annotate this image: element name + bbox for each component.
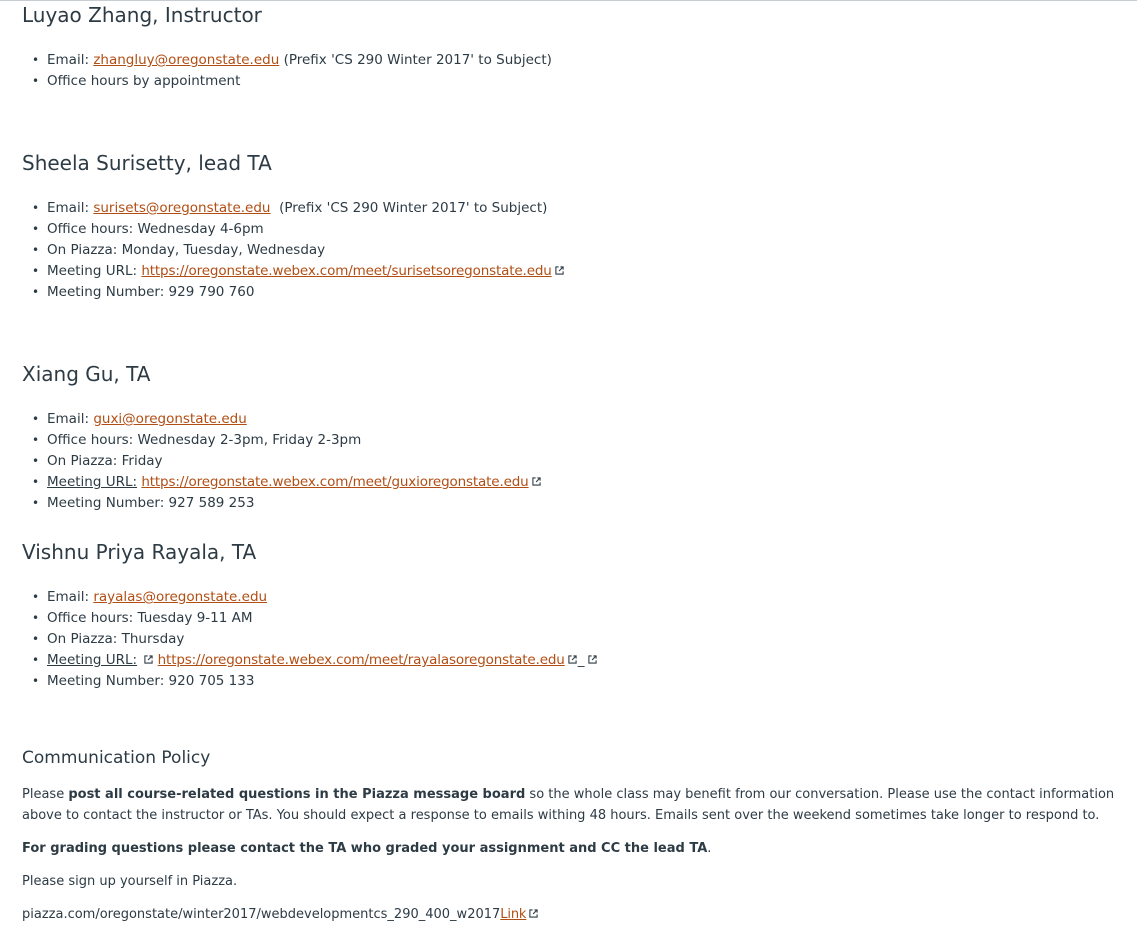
piazza-link-line: piazza.com/oregonstate/winter2017/webdev… (22, 904, 1117, 925)
piazza-url-text: piazza.com/oregonstate/winter2017/webdev… (22, 907, 501, 922)
list-item: Email: guxi@oregonstate.edu (22, 409, 541, 430)
lead-ta-info-list: Email: surisets@oregonstate.edu (Prefix … (22, 198, 564, 303)
ta-xiang-heading: Xiang Gu, TA (22, 362, 151, 386)
piazza-signup-note: Please sign up yourself in Piazza. (22, 874, 238, 889)
instructor-email-link[interactable]: zhangluy@oregonstate.edu (93, 52, 279, 68)
instructor-heading: Luyao Zhang, Instructor (22, 3, 262, 27)
grading-note: For grading questions please contact the… (22, 841, 712, 856)
ta-xiang-meeting-url-link[interactable]: https://oregonstate.webex.com/meet/guxio… (141, 474, 528, 490)
email-label: Email: (47, 52, 90, 68)
list-item: Office hours: Tuesday 9-11 AM (22, 608, 597, 629)
ta-vishnu-info-list: Email: rayalas@oregonstate.edu Office ho… (22, 587, 598, 692)
ta-xiang-info-list: Email: guxi@oregonstate.edu Office hours… (22, 409, 541, 514)
external-link-icon[interactable] (555, 266, 564, 275)
external-link-icon[interactable] (529, 909, 538, 918)
list-item: Email: rayalas@oregonstate.edu (22, 587, 597, 608)
ta-vishnu-email-link[interactable]: rayalas@oregonstate.edu (93, 589, 267, 605)
list-item: Office hours: Wednesday 4-6pm (22, 219, 564, 240)
policy-emphasis: post all course-related questions in the… (68, 787, 526, 802)
email-note: (Prefix 'CS 290 Winter 2017' to Subject) (283, 52, 552, 68)
list-item: Meeting URL: https://oregonstate.webex.c… (22, 650, 598, 671)
list-item: On Piazza: Monday, Tuesday, Wednesday (22, 240, 564, 261)
lead-ta-heading: Sheela Surisetty, lead TA (22, 151, 272, 175)
list-item: Office hours: Wednesday 2-3pm, Friday 2-… (22, 430, 541, 451)
email-label: Email: (47, 589, 90, 605)
separator: _ (577, 652, 585, 668)
ta-vishnu-heading: Vishnu Priya Rayala, TA (22, 540, 257, 564)
piazza-link[interactable]: Link (500, 907, 526, 922)
list-item: Email: zhangluy@oregonstate.edu (Prefix … (22, 50, 552, 71)
external-link-icon[interactable] (568, 655, 577, 664)
external-link-icon[interactable] (144, 655, 153, 664)
external-link-icon[interactable] (588, 655, 598, 664)
list-item: Email: surisets@oregonstate.edu (Prefix … (22, 198, 564, 219)
list-item: On Piazza: Thursday (22, 629, 597, 650)
email-label: Email: (47, 411, 90, 427)
instructor-info-list: Email: zhangluy@oregonstate.edu (Prefix … (22, 50, 552, 92)
list-item: Meeting URL: https://oregonstate.webex.c… (22, 472, 541, 493)
list-item: Meeting Number: 920 705 133 (22, 671, 597, 692)
external-link-icon[interactable] (531, 477, 541, 486)
communication-policy-heading: Communication Policy (22, 748, 211, 768)
list-item: Office hours by appointment (22, 71, 552, 92)
meeting-url-label: Meeting URL: (47, 474, 138, 490)
top-divider (0, 0, 1137, 1)
meeting-url-label: Meeting URL: (47, 263, 138, 279)
email-note: (Prefix 'CS 290 Winter 2017' to Subject) (279, 200, 548, 216)
email-label: Email: (47, 200, 90, 216)
lead-ta-meeting-url-link[interactable]: https://oregonstate.webex.com/meet/suris… (141, 263, 551, 279)
lead-ta-email-link[interactable]: surisets@oregonstate.edu (93, 200, 270, 216)
list-item: Meeting URL: https://oregonstate.webex.c… (22, 261, 564, 282)
policy-paragraph: Please post all course-related questions… (22, 787, 1115, 823)
ta-xiang-email-link[interactable]: guxi@oregonstate.edu (93, 411, 247, 427)
list-item: Meeting Number: 927 589 253 (22, 493, 541, 514)
list-item: Meeting Number: 929 790 760 (22, 282, 564, 303)
meeting-url-label: Meeting URL: (47, 652, 138, 668)
list-item: On Piazza: Friday (22, 451, 541, 472)
ta-vishnu-meeting-url-link[interactable]: https://oregonstate.webex.com/meet/rayal… (158, 652, 565, 668)
